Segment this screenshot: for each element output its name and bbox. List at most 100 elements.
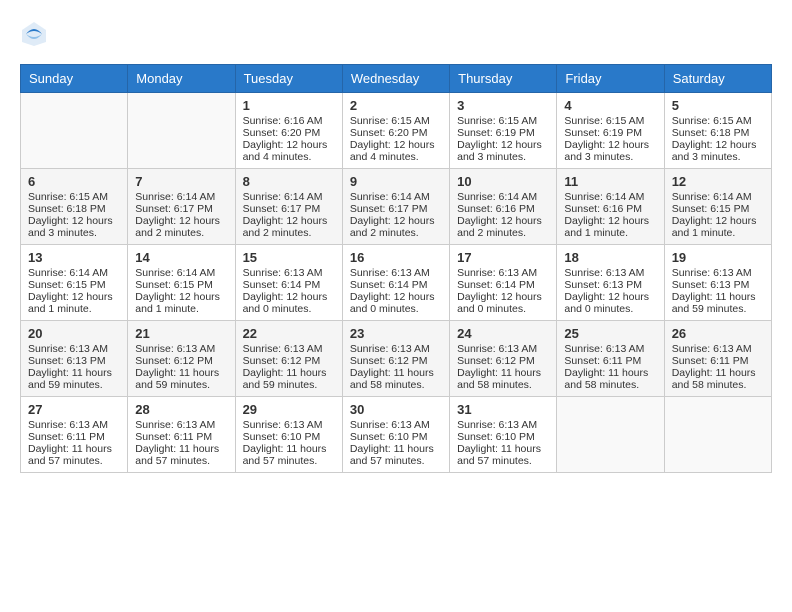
daylight-text: Daylight: 12 hours and 1 minute. xyxy=(672,215,764,239)
calendar-header-sunday: Sunday xyxy=(21,65,128,93)
day-number: 13 xyxy=(28,250,120,265)
calendar-cell: 5Sunrise: 6:15 AMSunset: 6:18 PMDaylight… xyxy=(664,93,771,169)
sunrise-text: Sunrise: 6:13 AM xyxy=(457,343,549,355)
calendar-cell: 7Sunrise: 6:14 AMSunset: 6:17 PMDaylight… xyxy=(128,169,235,245)
daylight-text: Daylight: 12 hours and 4 minutes. xyxy=(350,139,442,163)
sunrise-text: Sunrise: 6:13 AM xyxy=(28,419,120,431)
calendar-cell: 3Sunrise: 6:15 AMSunset: 6:19 PMDaylight… xyxy=(450,93,557,169)
sunset-text: Sunset: 6:13 PM xyxy=(672,279,764,291)
calendar-cell: 29Sunrise: 6:13 AMSunset: 6:10 PMDayligh… xyxy=(235,397,342,473)
sunrise-text: Sunrise: 6:14 AM xyxy=(672,191,764,203)
calendar-cell: 11Sunrise: 6:14 AMSunset: 6:16 PMDayligh… xyxy=(557,169,664,245)
sunset-text: Sunset: 6:19 PM xyxy=(457,127,549,139)
calendar-header-tuesday: Tuesday xyxy=(235,65,342,93)
calendar-header-monday: Monday xyxy=(128,65,235,93)
daylight-text: Daylight: 11 hours and 59 minutes. xyxy=(243,367,335,391)
sunset-text: Sunset: 6:20 PM xyxy=(243,127,335,139)
calendar-header-row: SundayMondayTuesdayWednesdayThursdayFrid… xyxy=(21,65,772,93)
sunset-text: Sunset: 6:20 PM xyxy=(350,127,442,139)
sunset-text: Sunset: 6:11 PM xyxy=(28,431,120,443)
calendar-cell: 31Sunrise: 6:13 AMSunset: 6:10 PMDayligh… xyxy=(450,397,557,473)
calendar-cell: 19Sunrise: 6:13 AMSunset: 6:13 PMDayligh… xyxy=(664,245,771,321)
day-number: 23 xyxy=(350,326,442,341)
day-number: 16 xyxy=(350,250,442,265)
day-number: 2 xyxy=(350,98,442,113)
sunset-text: Sunset: 6:12 PM xyxy=(243,355,335,367)
daylight-text: Daylight: 11 hours and 59 minutes. xyxy=(135,367,227,391)
day-number: 11 xyxy=(564,174,656,189)
calendar-header-friday: Friday xyxy=(557,65,664,93)
sunset-text: Sunset: 6:19 PM xyxy=(564,127,656,139)
daylight-text: Daylight: 11 hours and 57 minutes. xyxy=(457,443,549,467)
sunrise-text: Sunrise: 6:14 AM xyxy=(564,191,656,203)
calendar-cell: 21Sunrise: 6:13 AMSunset: 6:12 PMDayligh… xyxy=(128,321,235,397)
logo xyxy=(20,20,52,48)
sunset-text: Sunset: 6:14 PM xyxy=(457,279,549,291)
daylight-text: Daylight: 12 hours and 3 minutes. xyxy=(672,139,764,163)
sunset-text: Sunset: 6:12 PM xyxy=(457,355,549,367)
daylight-text: Daylight: 12 hours and 0 minutes. xyxy=(457,291,549,315)
calendar-cell: 1Sunrise: 6:16 AMSunset: 6:20 PMDaylight… xyxy=(235,93,342,169)
daylight-text: Daylight: 12 hours and 4 minutes. xyxy=(243,139,335,163)
sunrise-text: Sunrise: 6:13 AM xyxy=(243,419,335,431)
sunset-text: Sunset: 6:17 PM xyxy=(243,203,335,215)
daylight-text: Daylight: 11 hours and 58 minutes. xyxy=(350,367,442,391)
calendar-cell: 10Sunrise: 6:14 AMSunset: 6:16 PMDayligh… xyxy=(450,169,557,245)
daylight-text: Daylight: 12 hours and 1 minute. xyxy=(28,291,120,315)
daylight-text: Daylight: 12 hours and 2 minutes. xyxy=(243,215,335,239)
day-number: 1 xyxy=(243,98,335,113)
daylight-text: Daylight: 12 hours and 3 minutes. xyxy=(28,215,120,239)
daylight-text: Daylight: 11 hours and 57 minutes. xyxy=(28,443,120,467)
sunrise-text: Sunrise: 6:13 AM xyxy=(564,267,656,279)
calendar-week-row: 1Sunrise: 6:16 AMSunset: 6:20 PMDaylight… xyxy=(21,93,772,169)
sunrise-text: Sunrise: 6:13 AM xyxy=(672,267,764,279)
sunset-text: Sunset: 6:11 PM xyxy=(135,431,227,443)
day-number: 26 xyxy=(672,326,764,341)
day-number: 25 xyxy=(564,326,656,341)
sunset-text: Sunset: 6:17 PM xyxy=(135,203,227,215)
calendar-cell xyxy=(21,93,128,169)
calendar-cell: 18Sunrise: 6:13 AMSunset: 6:13 PMDayligh… xyxy=(557,245,664,321)
sunset-text: Sunset: 6:18 PM xyxy=(28,203,120,215)
sunset-text: Sunset: 6:12 PM xyxy=(350,355,442,367)
sunset-text: Sunset: 6:15 PM xyxy=(135,279,227,291)
calendar-cell xyxy=(557,397,664,473)
calendar-week-row: 6Sunrise: 6:15 AMSunset: 6:18 PMDaylight… xyxy=(21,169,772,245)
sunset-text: Sunset: 6:14 PM xyxy=(243,279,335,291)
daylight-text: Daylight: 11 hours and 57 minutes. xyxy=(243,443,335,467)
day-number: 8 xyxy=(243,174,335,189)
daylight-text: Daylight: 11 hours and 59 minutes. xyxy=(28,367,120,391)
day-number: 7 xyxy=(135,174,227,189)
day-number: 17 xyxy=(457,250,549,265)
daylight-text: Daylight: 12 hours and 3 minutes. xyxy=(457,139,549,163)
daylight-text: Daylight: 12 hours and 1 minute. xyxy=(135,291,227,315)
calendar-cell: 22Sunrise: 6:13 AMSunset: 6:12 PMDayligh… xyxy=(235,321,342,397)
sunrise-text: Sunrise: 6:14 AM xyxy=(28,267,120,279)
calendar-header-saturday: Saturday xyxy=(664,65,771,93)
calendar-header-wednesday: Wednesday xyxy=(342,65,449,93)
day-number: 21 xyxy=(135,326,227,341)
day-number: 18 xyxy=(564,250,656,265)
calendar-cell xyxy=(664,397,771,473)
calendar-cell: 24Sunrise: 6:13 AMSunset: 6:12 PMDayligh… xyxy=(450,321,557,397)
day-number: 15 xyxy=(243,250,335,265)
calendar-cell: 9Sunrise: 6:14 AMSunset: 6:17 PMDaylight… xyxy=(342,169,449,245)
daylight-text: Daylight: 11 hours and 58 minutes. xyxy=(564,367,656,391)
sunset-text: Sunset: 6:15 PM xyxy=(28,279,120,291)
sunrise-text: Sunrise: 6:13 AM xyxy=(564,343,656,355)
day-number: 31 xyxy=(457,402,549,417)
calendar-cell: 2Sunrise: 6:15 AMSunset: 6:20 PMDaylight… xyxy=(342,93,449,169)
sunrise-text: Sunrise: 6:13 AM xyxy=(350,419,442,431)
day-number: 14 xyxy=(135,250,227,265)
calendar-cell: 25Sunrise: 6:13 AMSunset: 6:11 PMDayligh… xyxy=(557,321,664,397)
sunrise-text: Sunrise: 6:13 AM xyxy=(28,343,120,355)
day-number: 28 xyxy=(135,402,227,417)
day-number: 20 xyxy=(28,326,120,341)
sunrise-text: Sunrise: 6:13 AM xyxy=(457,267,549,279)
day-number: 30 xyxy=(350,402,442,417)
sunrise-text: Sunrise: 6:14 AM xyxy=(135,191,227,203)
day-number: 24 xyxy=(457,326,549,341)
daylight-text: Daylight: 11 hours and 57 minutes. xyxy=(135,443,227,467)
daylight-text: Daylight: 11 hours and 58 minutes. xyxy=(672,367,764,391)
sunrise-text: Sunrise: 6:13 AM xyxy=(350,267,442,279)
